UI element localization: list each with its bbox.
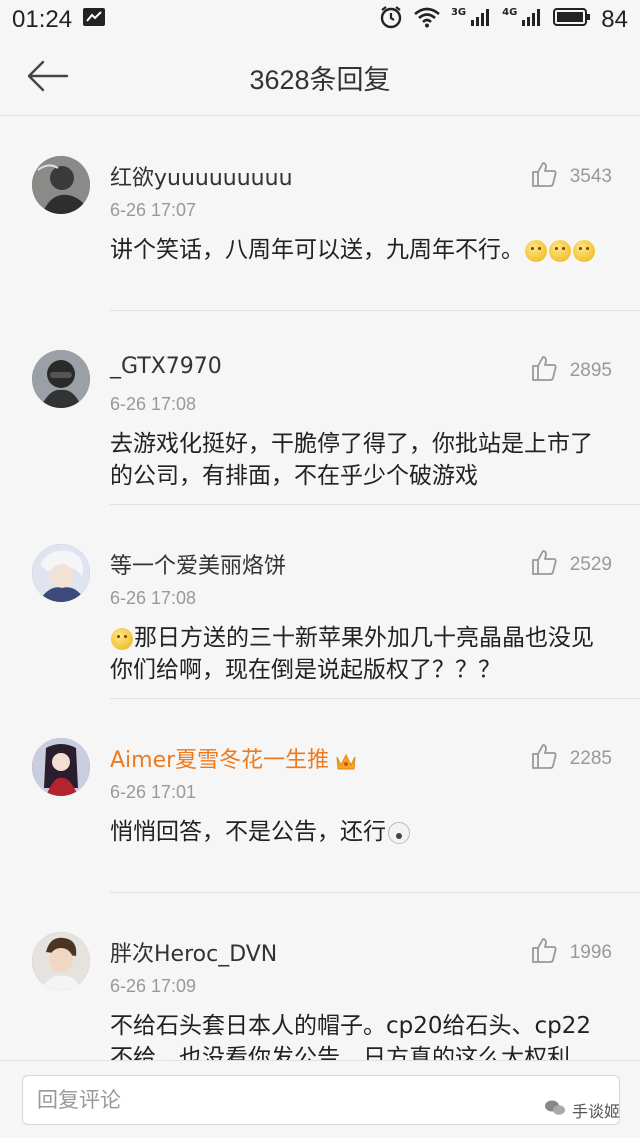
thumbs-up-icon: [530, 548, 558, 582]
thumbs-up-icon: [530, 742, 558, 776]
comment-time: 6-26 17:08: [110, 588, 197, 608]
comment-text-content: 讲个笑话，八周年可以送，九周年不行。: [110, 237, 524, 263]
like-button[interactable]: 1996: [530, 936, 612, 970]
avatar[interactable]: [32, 156, 90, 214]
watermark-text: 手谈姬: [571, 1102, 620, 1121]
comment-time: 6-26 17:08: [110, 394, 197, 414]
battery-icon: [553, 7, 591, 33]
like-count: 2285: [569, 748, 612, 769]
comment-item: 胖次Heroc_DVN 6-26 17:09 1996 不给石头套日本人的帽子。…: [0, 892, 640, 1060]
watermark: 手谈姬: [544, 1098, 620, 1122]
like-button[interactable]: 2285: [530, 742, 612, 776]
battery-level: 84: [601, 6, 628, 33]
shocked-emoji-icon: [388, 821, 410, 844]
smile-emoji-icon: [525, 239, 547, 262]
user-name[interactable]: 红欲yuuuuuuuuu: [110, 160, 293, 192]
network-3g-label: 3G: [450, 6, 467, 18]
comment-text: 不给石头套日本人的帽子。cp20给石头、cp22不给。也没看你发公告，日方真的这…: [110, 1013, 593, 1060]
crown-badge-icon: [335, 751, 357, 771]
avatar[interactable]: [32, 932, 90, 990]
like-count: 2895: [569, 360, 612, 381]
thumbs-up-icon: [530, 354, 558, 388]
comment-text-content: 那日方送的三十新苹果外加几十亮晶晶也没见你们给啊，现在倒是说起版权了？？？: [110, 625, 594, 683]
reply-input[interactable]: [22, 1075, 620, 1125]
network-4g-label: 4G: [502, 6, 518, 18]
comment-time: 6-26 17:07: [110, 200, 197, 220]
user-name: Aimer夏雪冬花一生推: [110, 748, 330, 773]
wechat-icon: [544, 1099, 566, 1121]
like-count: 1996: [569, 942, 612, 963]
arrow-left-icon: [25, 59, 69, 97]
like-button[interactable]: 3543: [530, 160, 612, 194]
comment-text-content: 悄悄回答，不是公告，还行: [110, 819, 386, 845]
page-header: 3628条回复: [0, 40, 640, 116]
user-name[interactable]: 胖次Heroc_DVN: [110, 936, 277, 968]
comment-text: 那日方送的三十新苹果外加几十亮晶晶也没见你们给啊，现在倒是说起版权了？？？: [110, 622, 612, 686]
comment-time: 6-26 17:09: [110, 976, 197, 996]
alarm-icon: [379, 5, 403, 35]
avatar[interactable]: [32, 544, 90, 602]
comment-item: 等一个爱美丽烙饼 6-26 17:08 2529 那日方送的三十新苹果外加几十亮…: [0, 504, 640, 698]
comment-list[interactable]: 红欲yuuuuuuuuu 6-26 17:07 3543 讲个笑话，八周年可以送…: [0, 116, 640, 1060]
comment-time: 6-26 17:01: [110, 782, 197, 802]
grin-emoji-icon: [111, 627, 133, 650]
notification-icon: [82, 7, 106, 33]
avatar[interactable]: [32, 738, 90, 796]
user-name[interactable]: _GTX7970: [110, 354, 222, 379]
comment-text: 悄悄回答，不是公告，还行: [110, 816, 612, 848]
comment-item: 红欲yuuuuuuuuu 6-26 17:07 3543 讲个笑话，八周年可以送…: [0, 116, 640, 310]
like-count: 2529: [569, 554, 612, 575]
wifi-icon: [413, 6, 441, 34]
user-name-vip[interactable]: Aimer夏雪冬花一生推: [110, 742, 357, 774]
comment-item: Aimer夏雪冬花一生推 6-26 17:01 2285 悄悄回答，不是公告，还…: [0, 698, 640, 892]
status-bar: 01:24 3G 4G 84: [0, 0, 640, 40]
page-title: 3628条回复: [249, 65, 391, 95]
comment-text: 去游戏化挺好，干脆停了得了，你批站是上市了的公司，有排面，不在乎少个破游戏: [110, 431, 593, 489]
user-name[interactable]: 等一个爱美丽烙饼: [110, 548, 286, 580]
like-button[interactable]: 2895: [530, 354, 612, 388]
avatar[interactable]: [32, 350, 90, 408]
thumbs-up-icon: [530, 936, 558, 970]
smile-emoji-icon: [573, 239, 595, 262]
thumbs-up-icon: [530, 160, 558, 194]
status-time: 01:24: [12, 6, 73, 33]
like-count: 3543: [569, 166, 612, 187]
signal-icon-1: [470, 7, 492, 33]
comment-text: 讲个笑话，八周年可以送，九周年不行。: [110, 234, 612, 266]
back-button[interactable]: [22, 54, 72, 102]
smile-emoji-icon: [549, 239, 571, 262]
like-button[interactable]: 2529: [530, 548, 612, 582]
signal-icon-2: [521, 7, 543, 33]
comment-item: _GTX7970 6-26 17:08 2895 去游戏化挺好，干脆停了得了，你…: [0, 310, 640, 504]
